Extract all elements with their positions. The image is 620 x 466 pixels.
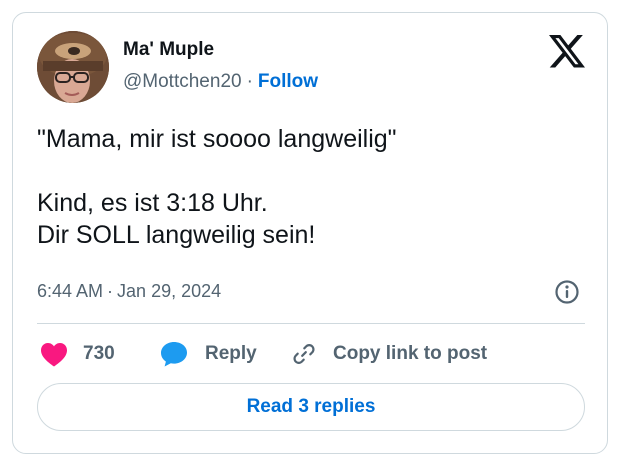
x-logo-icon[interactable]	[549, 35, 585, 71]
link-icon	[291, 341, 317, 367]
info-icon[interactable]	[554, 279, 580, 305]
handle[interactable]: @Mottchen20	[123, 71, 242, 92]
timestamp-separator: ·	[107, 281, 114, 301]
tweet-line: Kind, es ist 3:18 Uhr.	[37, 189, 268, 217]
tweet-time: 6:44 AM	[37, 281, 104, 301]
tweet-embed-card: Ma' Muple @Mottchen20 · Follow "Mama, mir …	[12, 12, 608, 454]
display-name[interactable]: Ma' Muple	[123, 39, 214, 61]
follow-button[interactable]: Follow	[258, 71, 318, 92]
avatar-photo	[37, 31, 109, 103]
handle-separator: ·	[246, 71, 253, 92]
handle-line: @Mottchen20 · Follow	[123, 71, 318, 93]
reply-button[interactable]: Reply	[159, 339, 257, 369]
tweet-date: Jan 29, 2024	[117, 281, 222, 301]
heart-icon	[39, 340, 69, 368]
tweet-line: "Mama, mir ist soooo langweilig"	[37, 125, 397, 153]
tweet-text: "Mama, mir ist soooo langweilig" Kind, e…	[37, 123, 397, 251]
tweet-line	[37, 155, 397, 187]
reply-label: Reply	[205, 343, 257, 364]
divider	[37, 323, 585, 324]
speech-bubble-icon	[159, 340, 189, 368]
copy-link-label: Copy link to post	[333, 343, 488, 364]
tweet-line: Dir SOLL langweilig sein!	[37, 221, 316, 249]
timestamp-link[interactable]: 6:44 AM · Jan 29, 2024	[37, 281, 221, 302]
like-count: 730	[83, 343, 115, 364]
avatar[interactable]	[37, 31, 109, 103]
like-button[interactable]: 730	[39, 339, 115, 369]
read-replies-button[interactable]: Read 3 replies	[37, 383, 585, 431]
copy-link-button[interactable]: Copy link to post	[291, 339, 487, 369]
